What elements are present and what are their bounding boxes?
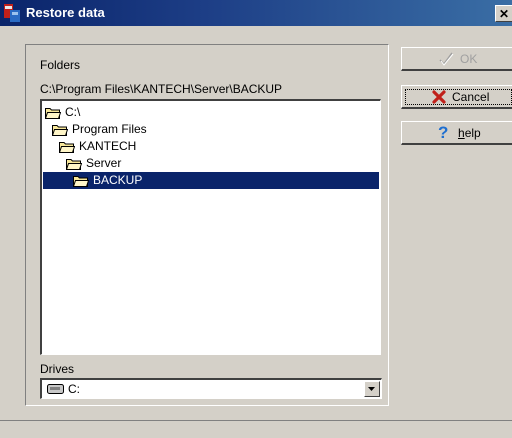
folder-open-icon [45, 107, 61, 119]
window-title: Restore data [26, 5, 105, 20]
ok-label: OK [460, 52, 478, 66]
close-button[interactable]: ✕ [495, 5, 512, 22]
folder-tree[interactable]: C:\ Program Files KANTECH Server BACKUP [40, 99, 381, 355]
tree-item-server[interactable]: Server [66, 155, 121, 172]
tree-item-label: C:\ [65, 105, 81, 119]
dropdown-button[interactable] [364, 381, 380, 397]
status-bar [0, 420, 512, 438]
tree-item-c-drive[interactable]: C:\ [45, 104, 80, 121]
app-icon [4, 4, 20, 22]
folder-open-icon [73, 175, 89, 187]
drives-select[interactable]: C: [40, 378, 382, 399]
drive-icon [47, 384, 64, 394]
folder-open-icon [66, 158, 82, 170]
tree-item-program-files[interactable]: Program Files [52, 121, 147, 138]
cancel-button[interactable]: Cancel [401, 85, 512, 109]
tree-item-kantech[interactable]: KANTECH [59, 138, 136, 155]
drive-value: C: [68, 382, 80, 396]
question-icon: ? [438, 123, 449, 142]
help-button[interactable]: ? help [401, 121, 512, 145]
folders-label: Folders [40, 58, 81, 72]
folder-open-icon [52, 124, 68, 136]
ok-button[interactable]: OK [401, 47, 512, 71]
tree-item-label: KANTECH [79, 139, 137, 153]
drives-label: Drives [40, 362, 75, 376]
current-path: C:\Program Files\KANTECH\Server\BACKUP [40, 82, 283, 96]
tree-item-backup[interactable]: BACKUP [43, 172, 379, 189]
close-icon: ✕ [498, 7, 510, 21]
chevron-down-icon [368, 387, 375, 391]
help-label: help [458, 126, 481, 140]
cancel-label: Cancel [452, 90, 490, 104]
check-icon [439, 52, 454, 66]
tree-item-label: Server [86, 156, 122, 170]
tree-item-label: Program Files [72, 122, 147, 136]
x-icon [432, 90, 446, 104]
title-bar: Restore data ✕ [0, 0, 512, 26]
folder-open-icon [59, 141, 75, 153]
tree-item-label: BACKUP [93, 173, 143, 187]
